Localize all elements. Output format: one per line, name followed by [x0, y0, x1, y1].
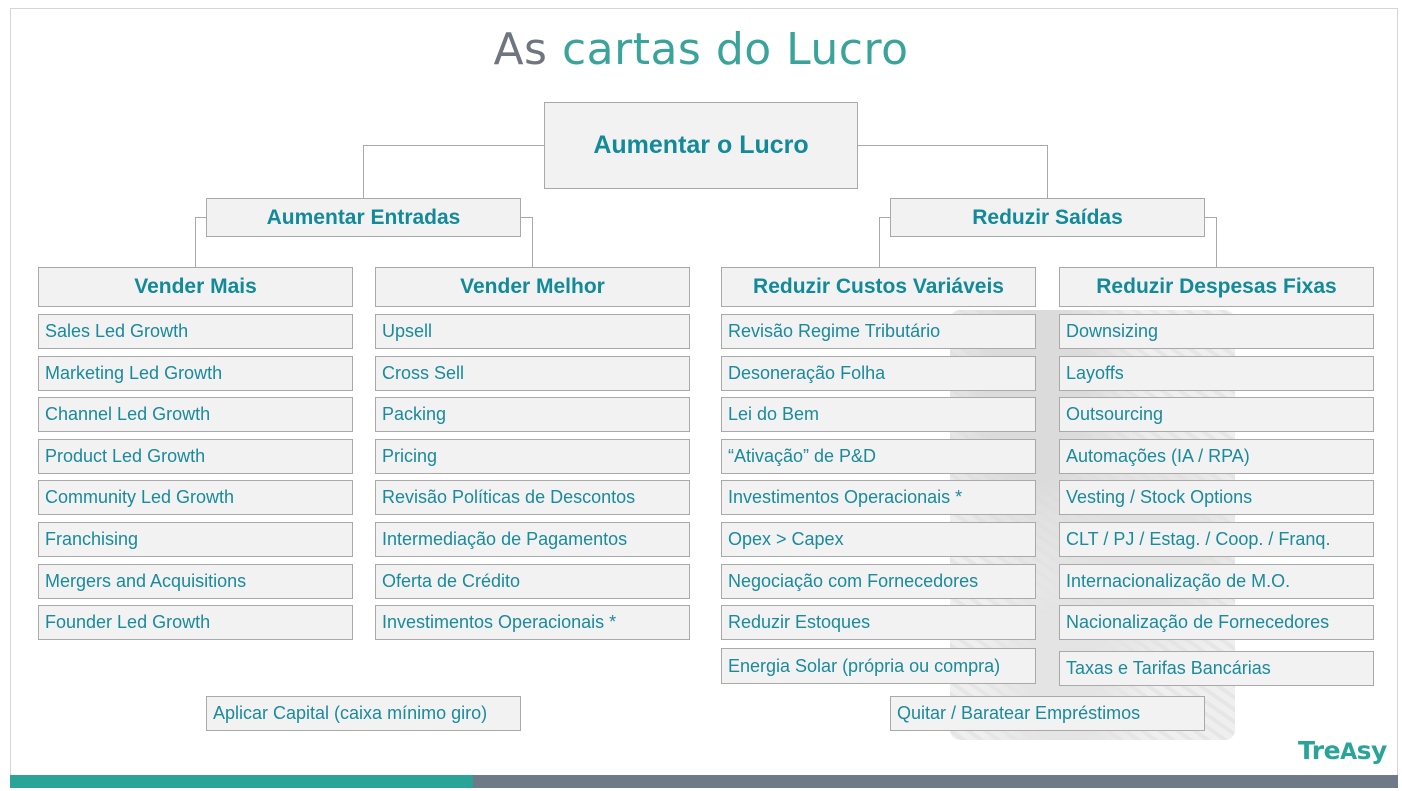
list-item: Taxas e Tarifas Bancárias — [1059, 651, 1374, 686]
connector — [1047, 145, 1048, 198]
list-item: “Ativação” de P&D — [721, 439, 1036, 474]
list-item: Franchising — [38, 522, 353, 557]
list-item: Marketing Led Growth — [38, 356, 353, 391]
list-item: Internacionalização de M.O. — [1059, 564, 1374, 599]
list-item: Reduzir Estoques — [721, 605, 1036, 640]
footer-bar-grey — [473, 775, 1398, 788]
list-item: Cross Sell — [375, 356, 690, 391]
column-header-vender-melhor: Vender Melhor — [375, 267, 690, 307]
connector — [1204, 217, 1216, 218]
branch-aumentar-entradas: Aumentar Entradas — [206, 198, 521, 237]
list-item: Desoneração Folha — [721, 356, 1036, 391]
list-item: Lei do Bem — [721, 397, 1036, 432]
list-item: Opex > Capex — [721, 522, 1036, 557]
logo-text-pre: Tre — [1298, 736, 1341, 765]
list-item: Sales Led Growth — [38, 314, 353, 349]
column-header-vender-mais: Vender Mais — [38, 267, 353, 307]
list-item: Investimentos Operacionais * — [375, 605, 690, 640]
list-item: Packing — [375, 397, 690, 432]
branch-reduzir-saidas: Reduzir Saídas — [890, 198, 1205, 237]
list-item: Oferta de Crédito — [375, 564, 690, 599]
list-item: Mergers and Acquisitions — [38, 564, 353, 599]
list-item: Revisão Políticas de Descontos — [375, 480, 690, 515]
list-item: Investimentos Operacionais * — [721, 480, 1036, 515]
page-title: As cartas do Lucro — [0, 28, 1402, 72]
connector — [879, 217, 880, 267]
treasy-logo: TreAsy — [1298, 736, 1387, 765]
connector — [520, 217, 532, 218]
list-item: Vesting / Stock Options — [1059, 480, 1374, 515]
list-item: Intermediação de Pagamentos — [375, 522, 690, 557]
connector — [363, 145, 364, 198]
list-item: Downsizing — [1059, 314, 1374, 349]
list-item: Pricing — [375, 439, 690, 474]
list-item: Community Led Growth — [38, 480, 353, 515]
list-item: Channel Led Growth — [38, 397, 353, 432]
list-item: CLT / PJ / Estag. / Coop. / Franq. — [1059, 522, 1374, 557]
column-header-reduzir-custos-variaveis: Reduzir Custos Variáveis — [721, 267, 1036, 307]
list-item: Product Led Growth — [38, 439, 353, 474]
footer-aplicar-capital: Aplicar Capital (caixa mínimo giro) — [206, 696, 521, 731]
logo-text-a: A — [1340, 740, 1357, 765]
list-item: Revisão Regime Tributário — [721, 314, 1036, 349]
title-part-2: cartas do Lucro — [561, 24, 909, 75]
root-node: Aumentar o Lucro — [544, 102, 858, 189]
list-item: Energia Solar (própria ou compra) — [721, 648, 1036, 684]
list-item: Outsourcing — [1059, 397, 1374, 432]
list-item: Founder Led Growth — [38, 605, 353, 640]
connector — [532, 217, 533, 267]
list-item: Nacionalização de Fornecedores — [1059, 605, 1374, 640]
footer-bar-teal — [10, 775, 473, 788]
list-item: Negociação com Fornecedores — [721, 564, 1036, 599]
connector — [195, 217, 196, 267]
title-part-1: As — [493, 24, 548, 75]
footer-quitar-emprestimos: Quitar / Baratear Empréstimos — [890, 696, 1205, 731]
list-item: Upsell — [375, 314, 690, 349]
list-item: Layoffs — [1059, 356, 1374, 391]
logo-text-post: sy — [1356, 736, 1388, 765]
connector — [857, 145, 1047, 146]
connector — [1216, 217, 1217, 267]
connector — [363, 145, 545, 146]
column-header-reduzir-despesas-fixas: Reduzir Despesas Fixas — [1059, 267, 1374, 307]
list-item: Automações (IA / RPA) — [1059, 439, 1374, 474]
